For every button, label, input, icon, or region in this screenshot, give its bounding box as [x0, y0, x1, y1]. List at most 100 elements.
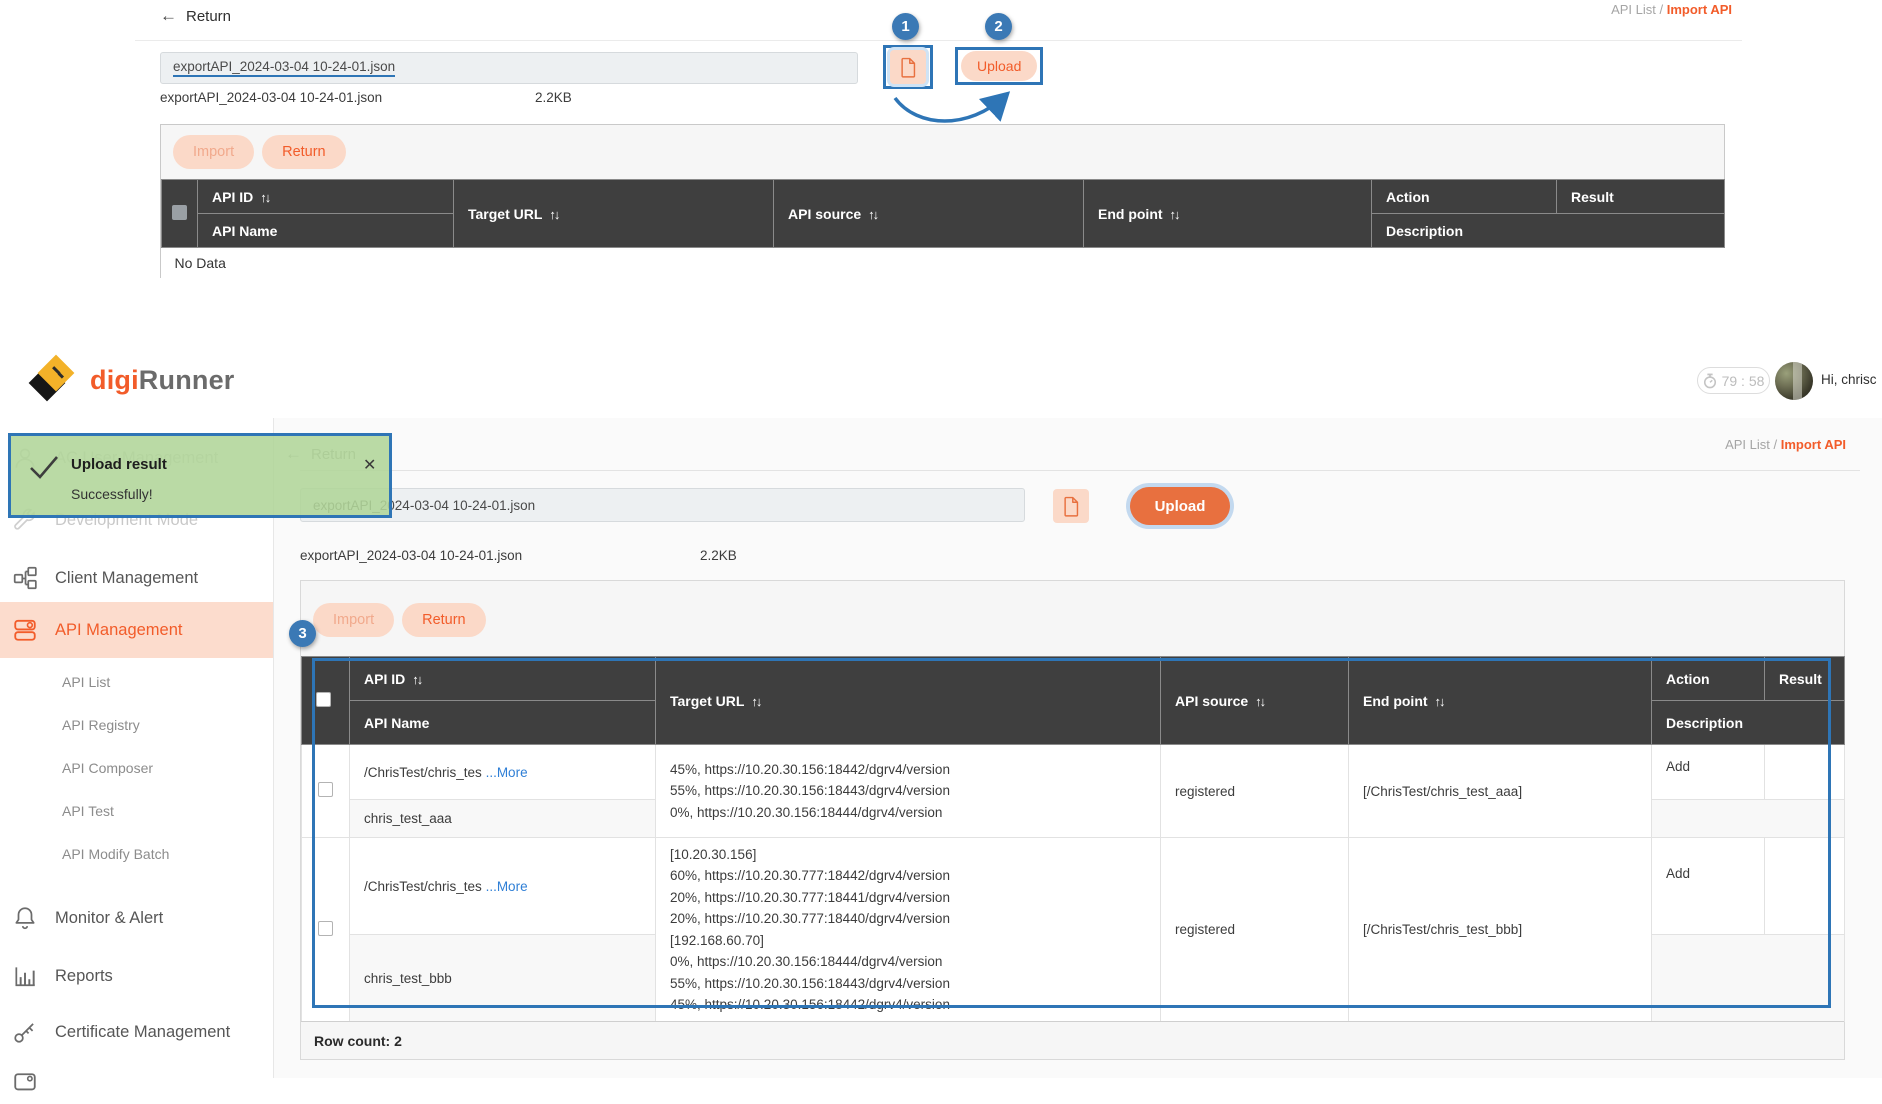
sidebar-subitem-api-registry[interactable]: API Registry [0, 717, 273, 733]
return-button[interactable]: Return [262, 135, 346, 169]
breadcrumb-parent[interactable]: API List [1725, 437, 1770, 452]
header-api-name: API Name [350, 701, 656, 745]
select-all-checkbox[interactable] [316, 692, 331, 707]
description-cell [1652, 800, 1845, 838]
action-cell: Add [1652, 745, 1765, 800]
file-name-input[interactable]: exportAPI_2024-03-04 10-24-01.json [160, 52, 858, 84]
header-end-point[interactable]: End point↑↓ [1349, 657, 1652, 745]
upload-button[interactable]: Upload [1130, 487, 1230, 525]
result-cell [1765, 838, 1845, 935]
header-api-id[interactable]: API ID↑↓ [198, 180, 454, 214]
api-id-cell: /ChrisTest/chris_tes ...More [350, 745, 656, 800]
key-icon [12, 1019, 38, 1045]
sort-icon: ↑↓ [412, 672, 421, 687]
header-result: Result [1765, 657, 1845, 701]
main-content: API List / Import API ←Return exportAPI_… [274, 418, 1882, 1078]
breadcrumb: API List / Import API [1725, 437, 1846, 452]
digirunner-logo-text: digiRunner [90, 365, 235, 396]
choose-file-button[interactable] [1053, 489, 1089, 523]
breadcrumb: API List / Import API [1611, 2, 1732, 17]
breadcrumb-parent[interactable]: API List [1611, 2, 1656, 17]
page: { "colors": { "accent_orange": "#f25c2a"… [0, 0, 1882, 1078]
uploaded-file-size: 2.2KB [535, 90, 572, 105]
stopwatch-icon [1703, 373, 1717, 389]
sidebar-item-monitor-alert[interactable]: Monitor & Alert [0, 896, 273, 940]
sort-icon: ↑↓ [751, 694, 760, 709]
no-data-cell: No Data [162, 248, 1725, 278]
session-timer[interactable]: 79 : 58 [1697, 367, 1770, 394]
divider [135, 40, 1742, 41]
select-all-checkbox[interactable] [172, 205, 187, 220]
user-avatar[interactable] [1775, 362, 1813, 400]
row-checkbox[interactable] [318, 921, 333, 936]
sort-icon: ↑↓ [549, 207, 558, 222]
file-name-input[interactable]: exportAPI_2024-03-04 10-24-01.json [300, 488, 1025, 522]
step-badge-3: 3 [289, 620, 316, 647]
breadcrumb-separator: / [1660, 2, 1664, 17]
import-button[interactable]: Import [173, 135, 254, 169]
back-arrow-icon: ← [160, 6, 177, 25]
choose-file-button[interactable] [890, 50, 926, 84]
import-preview-panel: Import Return API ID↑↓ Target URL↑↓ API … [160, 124, 1725, 278]
header-result: Result [1557, 180, 1725, 214]
step-badge-1: 1 [892, 13, 919, 40]
row-checkbox[interactable] [318, 782, 333, 797]
sidebar-subitem-api-test[interactable]: API Test [0, 803, 273, 819]
header-target-url[interactable]: Target URL↑↓ [454, 180, 774, 248]
header-description: Description [1372, 214, 1725, 248]
sidebar-subitem-api-composer[interactable]: API Composer [0, 760, 273, 776]
header-end-point[interactable]: End point↑↓ [1084, 180, 1372, 248]
sidebar-item-cut-off[interactable] [0, 1064, 273, 1104]
api-name-cell: chris_test_aaa [350, 800, 656, 838]
api-name-cell: chris_test_bbb [350, 935, 656, 1022]
table-row: /ChrisTest/chris_tes ...More [10.20.30.1… [302, 838, 1845, 935]
panel-toolbar: Import Return [301, 581, 1844, 656]
row-count: Row count: 2 [301, 1021, 1844, 1059]
import-result-table: API ID↑↓ Target URL↑↓ API source↑↓ End p… [301, 656, 1845, 1022]
sidebar-subitem-api-list[interactable]: API List [0, 674, 273, 690]
card-icon [12, 1071, 38, 1097]
header-api-id[interactable]: API ID↑↓ [350, 657, 656, 701]
upload-button[interactable]: Upload [961, 51, 1037, 81]
target-url-cell: [10.20.30.156] 60%, https://10.20.30.777… [656, 838, 1161, 1022]
toast-title: Upload result [71, 456, 167, 473]
header-api-source[interactable]: API source↑↓ [774, 180, 1084, 248]
close-icon[interactable]: ✕ [363, 458, 376, 474]
sidebar-item-reports[interactable]: Reports [0, 954, 273, 998]
file-name-value: exportAPI_2024-03-04 10-24-01.json [173, 59, 395, 77]
file-icon [1063, 496, 1080, 517]
target-url-cell: 45%, https://10.20.30.156:18442/dgrv4/ve… [656, 745, 1161, 838]
header-target-url[interactable]: Target URL↑↓ [656, 657, 1161, 745]
end-point-cell: [/ChrisTest/chris_test_bbb] [1349, 838, 1652, 1022]
upload-result-toast: Upload result Successfully! ✕ [8, 433, 392, 518]
header-api-source[interactable]: API source↑↓ [1161, 657, 1349, 745]
result-cell [1765, 745, 1845, 800]
import-button[interactable]: Import [313, 603, 394, 637]
return-button[interactable]: Return [402, 603, 486, 637]
uploaded-file-name: exportAPI_2024-03-04 10-24-01.json [300, 548, 522, 563]
sidebar-subitem-api-modify-batch[interactable]: API Modify Batch [0, 846, 273, 862]
step-badge-2: 2 [985, 13, 1012, 40]
top-screenshot-import-page: ←Return API List / Import API exportAPI_… [135, 0, 1742, 335]
description-cell [1652, 935, 1845, 1022]
sidebar-item-api-management[interactable]: API Management [0, 602, 273, 658]
table-row: /ChrisTest/chris_tes ...More 45%, https:… [302, 745, 1845, 800]
sidebar-item-client-management[interactable]: Client Management [0, 556, 273, 600]
check-icon [28, 454, 60, 480]
bar-chart-icon [12, 963, 38, 989]
sidebar-item-certificate-management[interactable]: Certificate Management [0, 1010, 273, 1054]
toast-message: Successfully! [71, 486, 153, 502]
api-id-cell: /ChrisTest/chris_tes ...More [350, 838, 656, 935]
return-link[interactable]: ←Return [160, 6, 231, 26]
header-action: Action [1652, 657, 1765, 701]
uploaded-file-name: exportAPI_2024-03-04 10-24-01.json [160, 90, 382, 105]
app-header-bar: digiRunner 79 : 58 Hi, chrisc [0, 345, 1882, 418]
action-cell: Add [1652, 838, 1765, 935]
end-point-cell: [/ChrisTest/chris_test_aaa] [1349, 745, 1652, 838]
bell-icon [12, 905, 38, 931]
sort-icon: ↑↓ [260, 190, 269, 205]
more-link[interactable]: ...More [486, 765, 528, 780]
sort-icon: ↑↓ [1435, 694, 1444, 709]
sort-icon: ↑↓ [1255, 694, 1264, 709]
more-link[interactable]: ...More [486, 879, 528, 894]
